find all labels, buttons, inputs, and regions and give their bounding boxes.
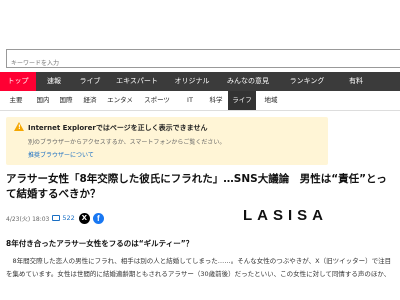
main-nav-item-breaking[interactable]: 速報 [36, 72, 72, 91]
article-headline: アラサー女性「8年交際した彼氏にフラれた」…SNS大議論 男性は“責任”とって結… [6, 173, 387, 200]
sub-nav-item-local[interactable]: 地域 [256, 91, 286, 110]
main-nav: トップ 速報 ライブ エキスパート オリジナル みんなの意見 ランキング 有料 [0, 72, 400, 91]
main-nav-item-ranking[interactable]: ランキング [278, 72, 336, 91]
sub-nav-item-entertainment[interactable]: エンタメ [102, 91, 138, 110]
article-date: 4/23(火) 18:03 [6, 215, 50, 223]
sub-nav-item-main[interactable]: 主要 [0, 91, 32, 110]
main-nav-item-live[interactable]: ライブ [72, 72, 108, 91]
sub-nav-item-it[interactable]: IT [176, 91, 204, 110]
sub-nav-item-world[interactable]: 国際 [54, 91, 78, 110]
sub-nav-item-sports[interactable]: スポーツ [138, 91, 176, 110]
main-nav-item-paid[interactable]: 有料 [336, 72, 376, 91]
search-box[interactable] [6, 49, 400, 72]
recommended-browsers-link[interactable]: 推奨ブラウザーについて [28, 150, 94, 159]
search-input[interactable] [7, 55, 400, 72]
facebook-share-icon[interactable]: f [92, 212, 104, 224]
sub-nav-item-domestic[interactable]: 国内 [32, 91, 54, 110]
sub-nav-item-science[interactable]: 科学 [204, 91, 228, 110]
sub-nav: 主要 国内 国際 経済 エンタメ スポーツ IT 科学 ライフ 地域 [0, 91, 400, 111]
article-body: 8年間交際した恋人の男性にフラれ、相手は別の人と結婚してしまった……。そんな女性… [6, 257, 392, 278]
sub-nav-item-life[interactable]: ライフ [228, 91, 256, 110]
article-meta: 4/23(火) 18:03 522 X f [6, 211, 104, 225]
sub-nav-item-economy[interactable]: 経済 [78, 91, 102, 110]
comment-count[interactable]: 522 [62, 214, 74, 222]
main-nav-item-original[interactable]: オリジナル [166, 72, 218, 91]
browser-alert: ! Internet Explorerではページを正しく表示できません 別のブラ… [6, 117, 328, 165]
top-header [0, 0, 400, 44]
alert-title: Internet Explorerではページを正しく表示できません [28, 124, 208, 132]
brand-logo[interactable]: LASISA [243, 207, 328, 224]
section-heading: 8年付き合ったアラサー女性をフるのは“ギルティー”？ [6, 239, 194, 248]
main-nav-item-opinions[interactable]: みんなの意見 [218, 72, 278, 91]
main-nav-item-top[interactable]: トップ [0, 72, 36, 91]
warning-icon: ! [14, 122, 24, 131]
x-share-icon[interactable]: X [78, 212, 90, 224]
main-nav-item-expert[interactable]: エキスパート [108, 72, 166, 91]
comment-icon[interactable] [52, 215, 61, 221]
alert-body: 別のブラウザーからアクセスするか、スマートフォンからご覧ください。 [28, 139, 226, 146]
